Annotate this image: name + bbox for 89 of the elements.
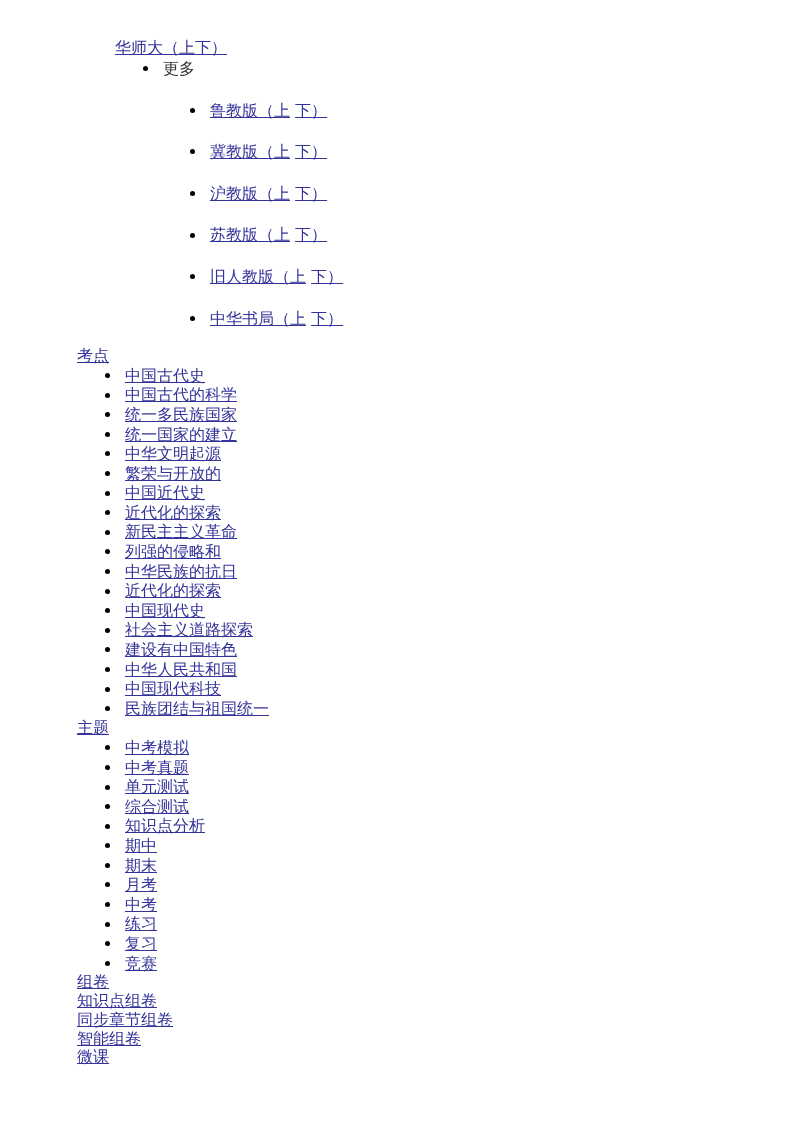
topic-link[interactable]: 近代化的探索 [125, 502, 221, 523]
topic-link[interactable]: 建设有中国特色 [125, 640, 237, 660]
upper-volume-link[interactable]: 苏教版（上 [210, 225, 290, 245]
bullet-icon [105, 706, 110, 712]
bullet-icon [105, 451, 110, 457]
bullet-icon [105, 627, 110, 633]
topic-link[interactable]: 列强的侵略和 [125, 542, 221, 562]
bullet-icon [105, 392, 110, 398]
topic-link[interactable]: 繁荣与开放的 [125, 463, 221, 484]
bullet-icon [105, 882, 110, 888]
topic-link[interactable]: 单元测试 [125, 777, 189, 797]
bullet-icon [105, 960, 110, 966]
bullet-icon [105, 745, 110, 751]
bullet-icon [190, 315, 195, 321]
lower-volume-link[interactable]: 下） [295, 142, 328, 162]
topic-link[interactable]: 中华民族的抗日 [125, 561, 237, 582]
upper-volume-link[interactable]: 鲁教版（上 [210, 100, 290, 120]
bullet-icon [190, 191, 195, 197]
upper-volume-link[interactable]: 旧人教版（上 [210, 266, 306, 286]
topic-link[interactable]: 中考真题 [125, 757, 189, 778]
bullet-icon [105, 764, 110, 770]
lower-volume-link[interactable]: 下） [311, 266, 344, 286]
bullet-icon [105, 902, 110, 908]
bullet-icon [105, 843, 110, 849]
topic-link[interactable]: 社会主义道路探索 [125, 620, 253, 641]
bullet-icon [105, 804, 110, 810]
lower-volume-link[interactable]: 下） [295, 100, 328, 120]
bullet-icon [105, 510, 110, 516]
topic-link[interactable]: 知识点分析 [125, 816, 205, 836]
topic-link[interactable]: 练习 [125, 914, 157, 934]
upper-volume-link[interactable]: 中华书局（上 [210, 308, 306, 328]
bullet-icon [105, 412, 110, 418]
bullet-icon [190, 107, 195, 113]
topic-link[interactable]: 统一多民族国家 [125, 404, 237, 425]
bullet-icon [190, 232, 195, 238]
upper-volume-link[interactable]: 华师大（上 [115, 38, 195, 58]
upper-volume-link[interactable]: 冀教版（上 [210, 142, 290, 162]
bullet-icon [105, 373, 110, 379]
topic-link[interactable]: 中国现代科技 [125, 679, 221, 699]
topic-link[interactable]: 综合测试 [125, 796, 189, 817]
bullet-icon [105, 823, 110, 829]
topic-link[interactable]: 民族团结与祖国统一 [125, 698, 269, 719]
topic-link[interactable]: 中国古代的科学 [125, 385, 237, 405]
topic-link[interactable]: 中国近代史 [125, 483, 205, 503]
bullet-icon [105, 608, 110, 614]
bullet-icon [105, 666, 110, 672]
bullet-icon [105, 549, 110, 555]
topic-link[interactable]: 中华人民共和国 [125, 659, 237, 680]
lower-volume-link[interactable]: 下） [295, 225, 328, 245]
bullet-icon [105, 686, 110, 692]
upper-volume-link[interactable]: 沪教版（上 [210, 183, 290, 203]
nav-link[interactable]: 智能组卷 [77, 1029, 141, 1049]
nav-link[interactable]: 知识点组卷 [77, 991, 157, 1011]
topic-link[interactable]: 近代化的探索 [125, 581, 221, 601]
bullet-icon [105, 471, 110, 476]
bullet-icon [105, 921, 110, 927]
topic-link[interactable]: 期中 [125, 836, 157, 856]
bullet-icon [190, 274, 195, 280]
topic-link[interactable]: 中国古代史 [125, 365, 205, 386]
topic-link[interactable]: 竞赛 [125, 953, 157, 974]
bullet-icon [105, 568, 110, 574]
section-link[interactable]: 主题 [77, 718, 109, 738]
bullet-icon [105, 588, 110, 594]
nav-link[interactable]: 组卷 [77, 973, 109, 992]
section-link[interactable]: 考点 [77, 346, 109, 366]
lower-volume-link[interactable]: 下） [311, 308, 344, 328]
bullet-icon [105, 784, 110, 790]
nav-link[interactable]: 微课 [77, 1048, 109, 1068]
bullet-icon [105, 647, 110, 653]
lower-volume-link[interactable]: 下） [295, 183, 328, 203]
topic-link[interactable]: 中国现代史 [125, 600, 205, 621]
topic-link[interactable]: 新民主主义革命 [125, 522, 237, 543]
bullet-icon [105, 862, 110, 868]
bullet-icon [105, 941, 110, 947]
more-label: 更多 [163, 59, 195, 79]
topic-link[interactable]: 中华文明起源 [125, 444, 221, 464]
bullet-icon [190, 149, 195, 155]
nav-link[interactable]: 同步章节组卷 [77, 1010, 173, 1030]
topic-link[interactable]: 统一国家的建立 [125, 424, 237, 445]
bullet-icon [105, 529, 110, 535]
topic-link[interactable]: 月考 [125, 875, 157, 895]
bullet-icon [143, 66, 148, 72]
bullet-icon [105, 490, 110, 496]
topic-link[interactable]: 期末 [125, 855, 157, 876]
topic-link[interactable]: 中考模拟 [125, 738, 189, 758]
topic-link[interactable]: 中考 [125, 894, 157, 915]
topic-link[interactable]: 复习 [125, 933, 157, 954]
lower-volume-link[interactable]: 下） [195, 38, 227, 58]
bullet-icon [105, 431, 110, 437]
